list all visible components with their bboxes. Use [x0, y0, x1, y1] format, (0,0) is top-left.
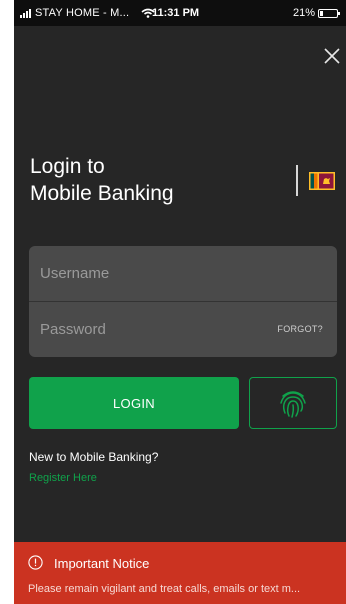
password-field[interactable]: FORGOT?: [29, 302, 337, 357]
title-line-2: Mobile Banking: [30, 182, 174, 205]
new-user-prompt: New to Mobile Banking?: [29, 450, 159, 464]
page-title: Login to Mobile Banking: [30, 153, 174, 207]
notice-text: Please remain vigilant and treat calls, …: [28, 583, 301, 595]
fingerprint-login-button[interactable]: [249, 377, 337, 429]
battery-percent: 21%: [292, 7, 315, 19]
carrier-name: STAY HOME - M...: [35, 7, 130, 19]
info-icon: [28, 555, 43, 570]
battery-icon: [318, 8, 340, 18]
username-field[interactable]: [29, 246, 337, 301]
register-link[interactable]: Register Here: [29, 472, 97, 484]
important-notice-banner[interactable]: Important Notice Please remain vigilant …: [14, 542, 346, 604]
fingerprint-icon: [280, 391, 306, 418]
status-bar: STAY HOME - M... 11:31 PM 21%: [14, 0, 346, 26]
sri-lanka-flag-icon[interactable]: [309, 172, 335, 190]
title-line-1: Login to: [30, 155, 105, 178]
forgot-password-link[interactable]: FORGOT?: [277, 324, 323, 334]
username-input[interactable]: [40, 246, 270, 301]
login-screen: STAY HOME - M... 11:31 PM 21% Login to M…: [14, 0, 346, 604]
notice-title: Important Notice: [54, 556, 150, 571]
login-button[interactable]: LOGIN: [29, 377, 239, 429]
signal-icon: [20, 8, 31, 18]
password-input[interactable]: [40, 302, 270, 357]
flag-divider: [296, 165, 298, 196]
close-icon[interactable]: [320, 44, 344, 68]
status-time: 11:31 PM: [152, 7, 200, 19]
